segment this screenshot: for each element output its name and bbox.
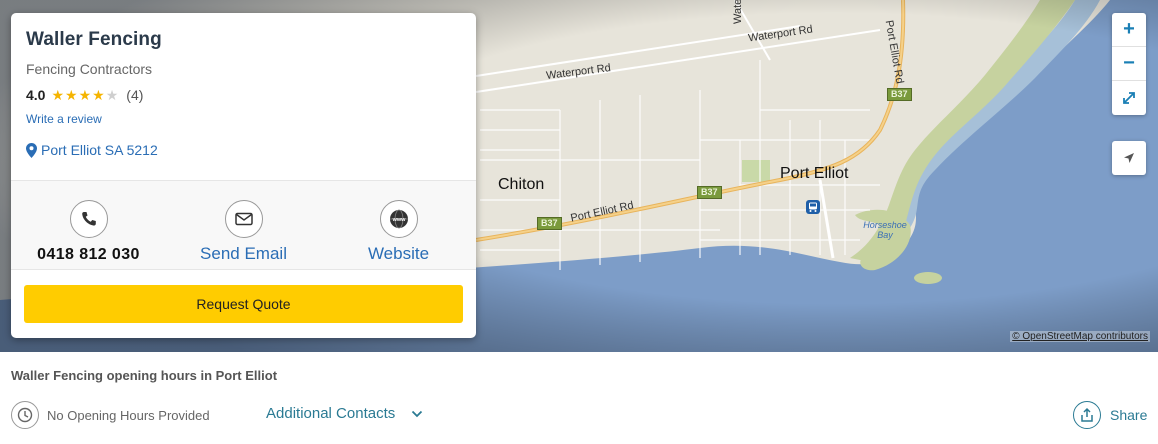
call-button[interactable]: 0418 812 030: [11, 181, 166, 269]
expand-icon: [1123, 92, 1135, 104]
map-label-port-elliot: Port Elliot: [780, 165, 849, 182]
location-row[interactable]: Port Elliot SA 5212: [26, 142, 461, 158]
star-icon: ★: [92, 87, 105, 103]
minus-icon: −: [1123, 52, 1135, 74]
share-icon: [1073, 401, 1101, 429]
contact-options: 0418 812 030 Send Email www Website: [11, 180, 476, 270]
map-shield-b37: B37: [887, 88, 912, 101]
website-label[interactable]: Website: [368, 244, 429, 264]
send-email-button[interactable]: Send Email: [166, 181, 321, 269]
mail-icon: [224, 200, 263, 238]
additional-contacts-toggle[interactable]: Additional Contacts: [266, 405, 423, 422]
star-icon: ★: [51, 87, 65, 103]
map-label-waterport-rd-vertical: Waterport Rd: [732, 0, 744, 24]
www-globe-icon: www: [379, 200, 418, 238]
map-zoom-controls: + −: [1112, 13, 1146, 115]
rating-row: 4.0 ★ ★ ★ ★ ★ (4): [26, 87, 461, 103]
business-card: Waller Fencing Fencing Contractors 4.0 ★…: [11, 13, 476, 338]
location-link[interactable]: Port Elliot SA 5212: [41, 142, 158, 158]
star-icon: ★: [65, 87, 78, 103]
business-category: Fencing Contractors: [26, 61, 153, 77]
write-review-link[interactable]: Write a review: [26, 112, 102, 126]
opening-hours-title: Waller Fencing opening hours in Port Ell…: [11, 368, 278, 383]
fullscreen-button[interactable]: [1112, 81, 1146, 115]
share-button[interactable]: Share: [1073, 401, 1147, 429]
svg-text:www: www: [391, 217, 406, 223]
send-email-label[interactable]: Send Email: [200, 244, 287, 264]
star-icon: ★: [105, 87, 119, 103]
map-shield-b37: B37: [697, 186, 722, 199]
opening-hours-row: No Opening Hours Provided: [11, 401, 210, 429]
phone-number[interactable]: 0418 812 030: [37, 246, 140, 264]
bus-stop-icon[interactable]: [805, 199, 821, 215]
zoom-in-button[interactable]: +: [1112, 13, 1146, 47]
clock-icon: [11, 401, 39, 429]
star-icon: ★: [78, 87, 92, 103]
plus-icon: +: [1123, 18, 1135, 40]
map-label-chiton: Chiton: [498, 176, 545, 193]
locate-me-button[interactable]: [1112, 141, 1146, 175]
additional-contacts-label: Additional Contacts: [266, 405, 396, 422]
website-button[interactable]: www Website: [321, 181, 476, 269]
rating-stars: ★ ★ ★ ★ ★: [51, 88, 118, 102]
map-attribution-link[interactable]: © OpenStreetMap contributors: [1010, 331, 1150, 342]
chevron-down-icon: [412, 410, 423, 417]
share-label: Share: [1110, 407, 1148, 423]
review-count: (4): [126, 87, 144, 103]
business-name[interactable]: Waller Fencing: [26, 29, 461, 51]
rating-value: 4.0: [26, 87, 46, 103]
phone-icon: [69, 200, 108, 238]
map-pin-icon: [26, 142, 37, 158]
opening-hours-status: No Opening Hours Provided: [47, 407, 210, 423]
map-label-horseshoe-bay: Horseshoe Bay: [863, 220, 907, 240]
zoom-out-button[interactable]: −: [1112, 47, 1146, 81]
navigation-arrow-icon: [1124, 153, 1134, 163]
map-shield-b37: B37: [537, 217, 562, 230]
request-quote-button[interactable]: Request Quote: [24, 285, 463, 323]
